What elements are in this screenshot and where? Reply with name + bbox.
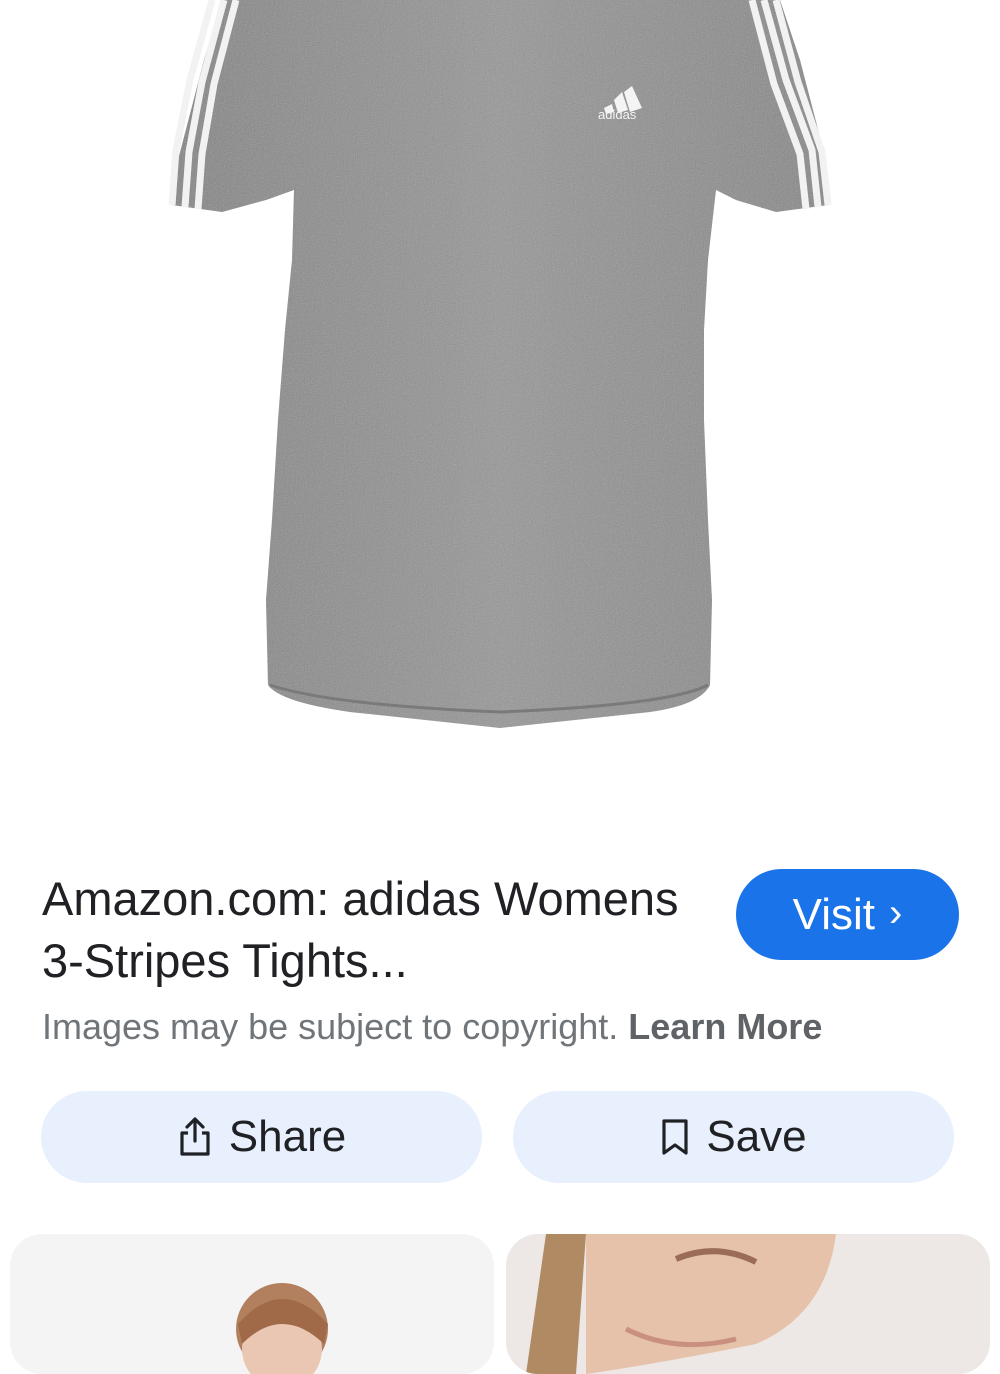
share-icon <box>180 1117 210 1156</box>
copyright-notice: Images may be subject to copyright. Lear… <box>42 1004 962 1050</box>
learn-more-link[interactable]: Learn More <box>628 1006 822 1047</box>
bookmark-icon <box>662 1119 688 1155</box>
related-image <box>236 1283 328 1374</box>
share-label: Share <box>228 1112 347 1161</box>
chevron-right-icon: › <box>889 890 903 935</box>
related-result-card[interactable] <box>506 1234 990 1374</box>
visit-button[interactable]: Visit › <box>736 869 959 960</box>
save-button[interactable]: Save <box>513 1091 954 1183</box>
share-button[interactable]: Share <box>41 1091 482 1183</box>
save-label: Save <box>706 1112 807 1161</box>
related-image <box>526 1234 836 1374</box>
result-title[interactable]: Amazon.com: adidas Womens 3-Stripes Tigh… <box>42 868 692 992</box>
visit-label: Visit <box>792 889 875 939</box>
product-image[interactable]: adidas <box>0 0 1000 800</box>
svg-text:adidas: adidas <box>598 107 637 122</box>
related-result-card[interactable] <box>10 1234 494 1374</box>
copyright-text: Images may be subject to copyright. <box>42 1006 619 1047</box>
